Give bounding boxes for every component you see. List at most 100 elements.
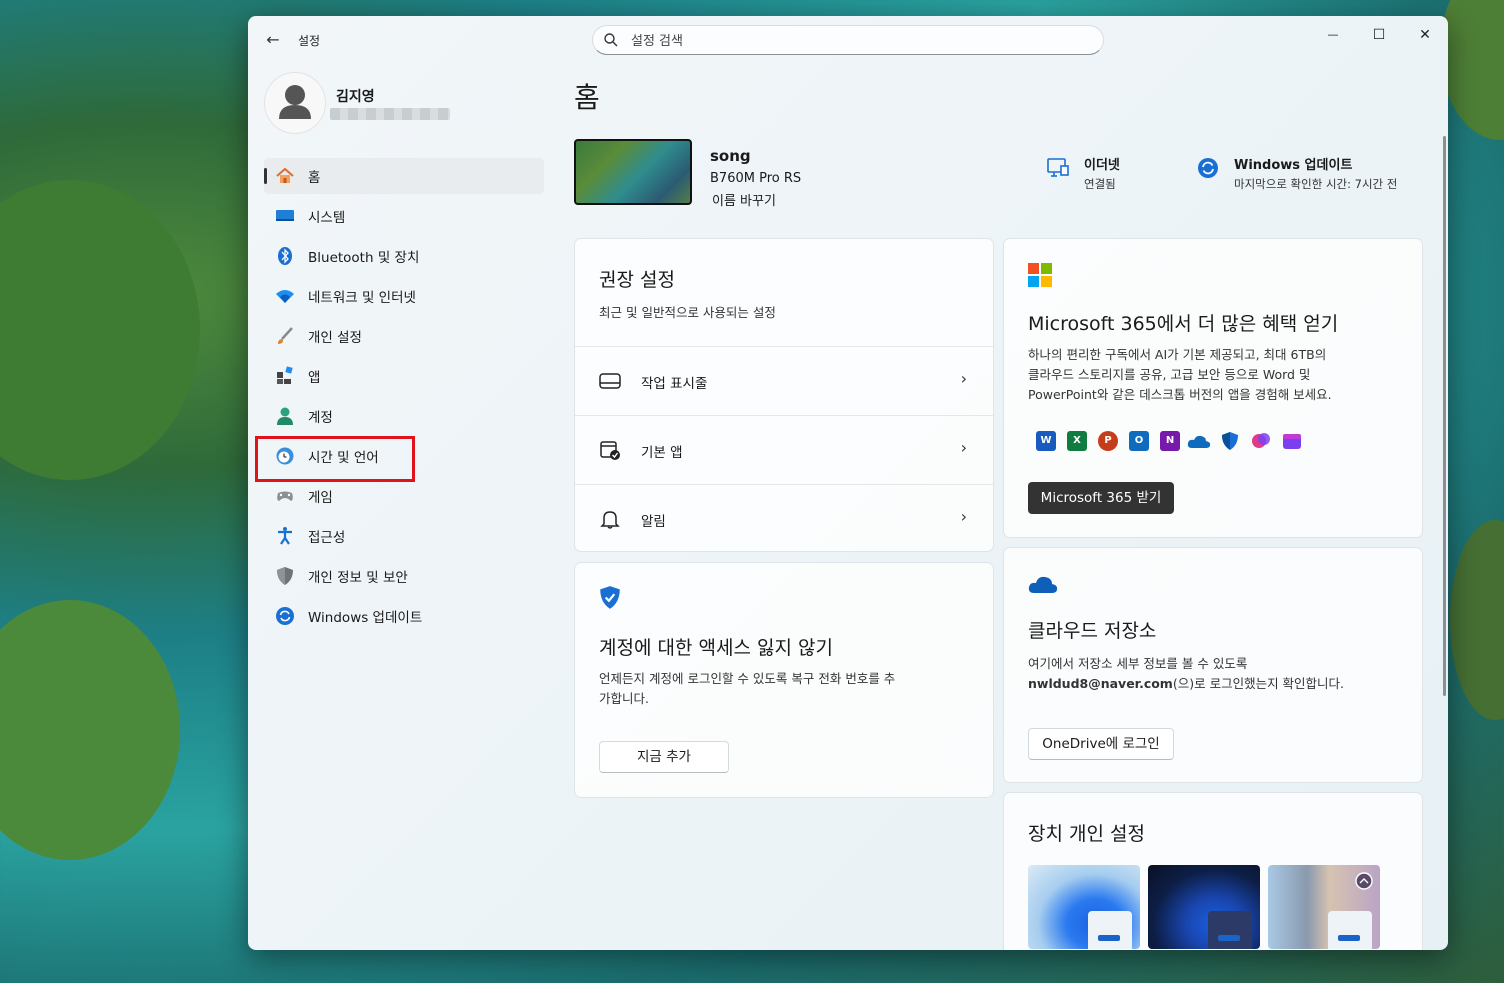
theme-option-spotlight[interactable] [1268,865,1380,949]
avatar[interactable] [264,72,326,134]
close-button[interactable]: ✕ [1402,20,1448,50]
home-icon [274,165,296,187]
sidebar-item-label: 네트워크 및 인터넷 [308,290,416,306]
scrollbar[interactable] [1443,136,1446,696]
sidebar-item-label: Bluetooth 및 장치 [308,250,420,266]
device-wallpaper-thumbnail[interactable] [574,139,692,205]
update-title: Windows 업데이트 [1234,158,1353,173]
shield-check-icon [600,586,620,609]
system-icon [274,205,296,227]
list-item-label: 알림 [641,514,666,530]
device-info: song B760M Pro RS 이름 바꾸기 [574,139,1054,209]
sidebar-item-network[interactable]: 네트워크 및 인터넷 [264,278,544,314]
search-box[interactable] [592,25,1104,55]
account-icon [274,405,296,427]
card-title: 권장 설정 [599,269,675,291]
card-title: Microsoft 365에서 더 많은 혜택 얻기 [1028,313,1339,335]
chevron-right-icon: › [960,507,967,526]
profile-header[interactable]: 김지영 [264,72,544,136]
sidebar-item-label: 시스템 [308,210,346,226]
cloud-icon [1028,576,1058,593]
sidebar-item-label: Windows 업데이트 [308,610,423,626]
sidebar-nav: 홈 시스템 Bluetooth 및 장치 네트워크 및 인터넷 개인 설정 앱 … [264,158,544,638]
bluetooth-icon [274,245,296,267]
defender-icon [1222,432,1238,450]
sidebar-item-bluetooth[interactable]: Bluetooth 및 장치 [264,238,544,274]
sidebar-item-windows-update[interactable]: Windows 업데이트 [264,598,544,634]
theme-option-light[interactable] [1028,865,1140,949]
brush-icon [274,325,296,347]
bell-icon [600,511,620,529]
sidebar-item-accounts[interactable]: 계정 [264,398,544,434]
card-body-line1: 하나의 편리한 구독에서 AI가 기본 제공되고, 최대 6TB의 [1028,347,1327,362]
theme-preview-window [1088,911,1132,949]
list-item-label: 작업 표시줄 [641,376,708,392]
card-body-line2: nwldud8@naver.com(으)로 로그인했는지 확인합니다. [1028,674,1344,694]
add-now-button[interactable]: 지금 추가 [599,741,729,773]
account-recovery-card: 계정에 대한 액세스 잃지 않기 언제든지 계정에 로그인할 수 있도록 복구 … [574,562,994,798]
ethernet-icon [1047,158,1069,177]
device-name: song [710,147,751,165]
onedrive-icon [1187,435,1211,448]
theme-option-dark[interactable] [1148,865,1260,949]
list-item-notifications[interactable]: 알림 › [575,484,993,552]
clipchamp-icon [1283,434,1301,449]
card-body-line2: 클라우드 스토리지를 공유, 고급 보안 등으로 Word 및 [1028,367,1311,382]
theme-preview-window [1328,911,1372,949]
sidebar-item-personalization[interactable]: 개인 설정 [264,318,544,354]
apps-icon [274,365,296,387]
sidebar-item-gaming[interactable]: 게임 [264,478,544,514]
copilot-icon [1252,433,1270,448]
chevron-right-icon: › [960,369,967,388]
card-body-line3: PowerPoint와 같은 데스크톱 버전의 앱을 경험해 보세요. [1028,387,1332,402]
word-icon: W [1036,431,1056,451]
person-icon [279,85,311,119]
rename-link[interactable]: 이름 바꾸기 [712,190,776,209]
microsoft-365-card: Microsoft 365에서 더 많은 혜택 얻기 하나의 편리한 구독에서 … [1003,238,1423,538]
windows-update-icon [1198,158,1218,178]
list-item-default-apps[interactable]: 기본 앱 › [575,415,993,483]
device-model: B760M Pro RS [710,171,802,186]
account-email: nwldud8@naver.com [1028,676,1173,691]
sidebar-item-label: 게임 [308,490,333,506]
wallpaper-island [0,600,180,860]
user-name: 김지영 [336,89,375,105]
sidebar-item-label: 개인 정보 및 보안 [308,570,408,586]
sidebar-item-privacy[interactable]: 개인 정보 및 보안 [264,558,544,594]
sidebar-item-apps[interactable]: 앱 [264,358,544,394]
settings-window: ← 설정 — ☐ ✕ 김지영 홈 시스템 Bluetooth 및 장치 [248,16,1448,950]
sidebar-item-label: 개인 설정 [308,330,362,346]
card-body-line1: 여기에서 저장소 세부 정보를 볼 수 있도록 [1028,656,1248,671]
ethernet-title: 이더넷 [1084,158,1120,173]
update-icon [274,605,296,627]
card-body-line1: 언제든지 계정에 로그인할 수 있도록 복구 전화 번호를 추 [599,671,896,686]
update-status[interactable]: Windows 업데이트 마지막으로 확인한 시간: 7시간 전 [1196,154,1428,194]
chevron-right-icon: › [960,438,967,457]
wallpaper-island [1450,520,1504,720]
sidebar-item-system[interactable]: 시스템 [264,198,544,234]
onedrive-sign-in-button[interactable]: OneDrive에 로그인 [1028,728,1174,760]
list-item-taskbar[interactable]: 작업 표시줄 › [575,346,993,414]
card-subtitle: 최근 및 일반적으로 사용되는 설정 [599,305,776,320]
card-title: 계정에 대한 액세스 잃지 않기 [599,637,833,659]
ethernet-status[interactable]: 이더넷 연결됨 [1046,154,1166,194]
sidebar-item-label: 홈 [308,170,321,186]
outlook-icon: O [1129,431,1149,451]
app-title: 설정 [298,34,321,48]
get-microsoft-365-button[interactable]: Microsoft 365 받기 [1028,482,1174,514]
search-input[interactable] [629,30,1093,52]
recommended-settings-card: 권장 설정 최근 및 일반적으로 사용되는 설정 작업 표시줄 › 기본 앱 ›… [574,238,994,552]
maximize-button[interactable]: ☐ [1356,20,1402,50]
minimize-button[interactable]: — [1310,20,1356,50]
update-last-checked: 마지막으로 확인한 시간: 7시간 전 [1234,177,1398,191]
sidebar-item-home[interactable]: 홈 [264,158,544,194]
microsoft-logo-icon [1028,263,1052,287]
back-button[interactable]: ← [262,29,284,51]
wallpaper-island [1440,0,1504,140]
theme-preview-window [1208,911,1252,949]
gamepad-icon [274,485,296,507]
page-title: 홈 [574,81,600,114]
camera-icon [1355,872,1373,890]
list-item-label: 기본 앱 [641,445,683,461]
sidebar-item-accessibility[interactable]: 접근성 [264,518,544,554]
